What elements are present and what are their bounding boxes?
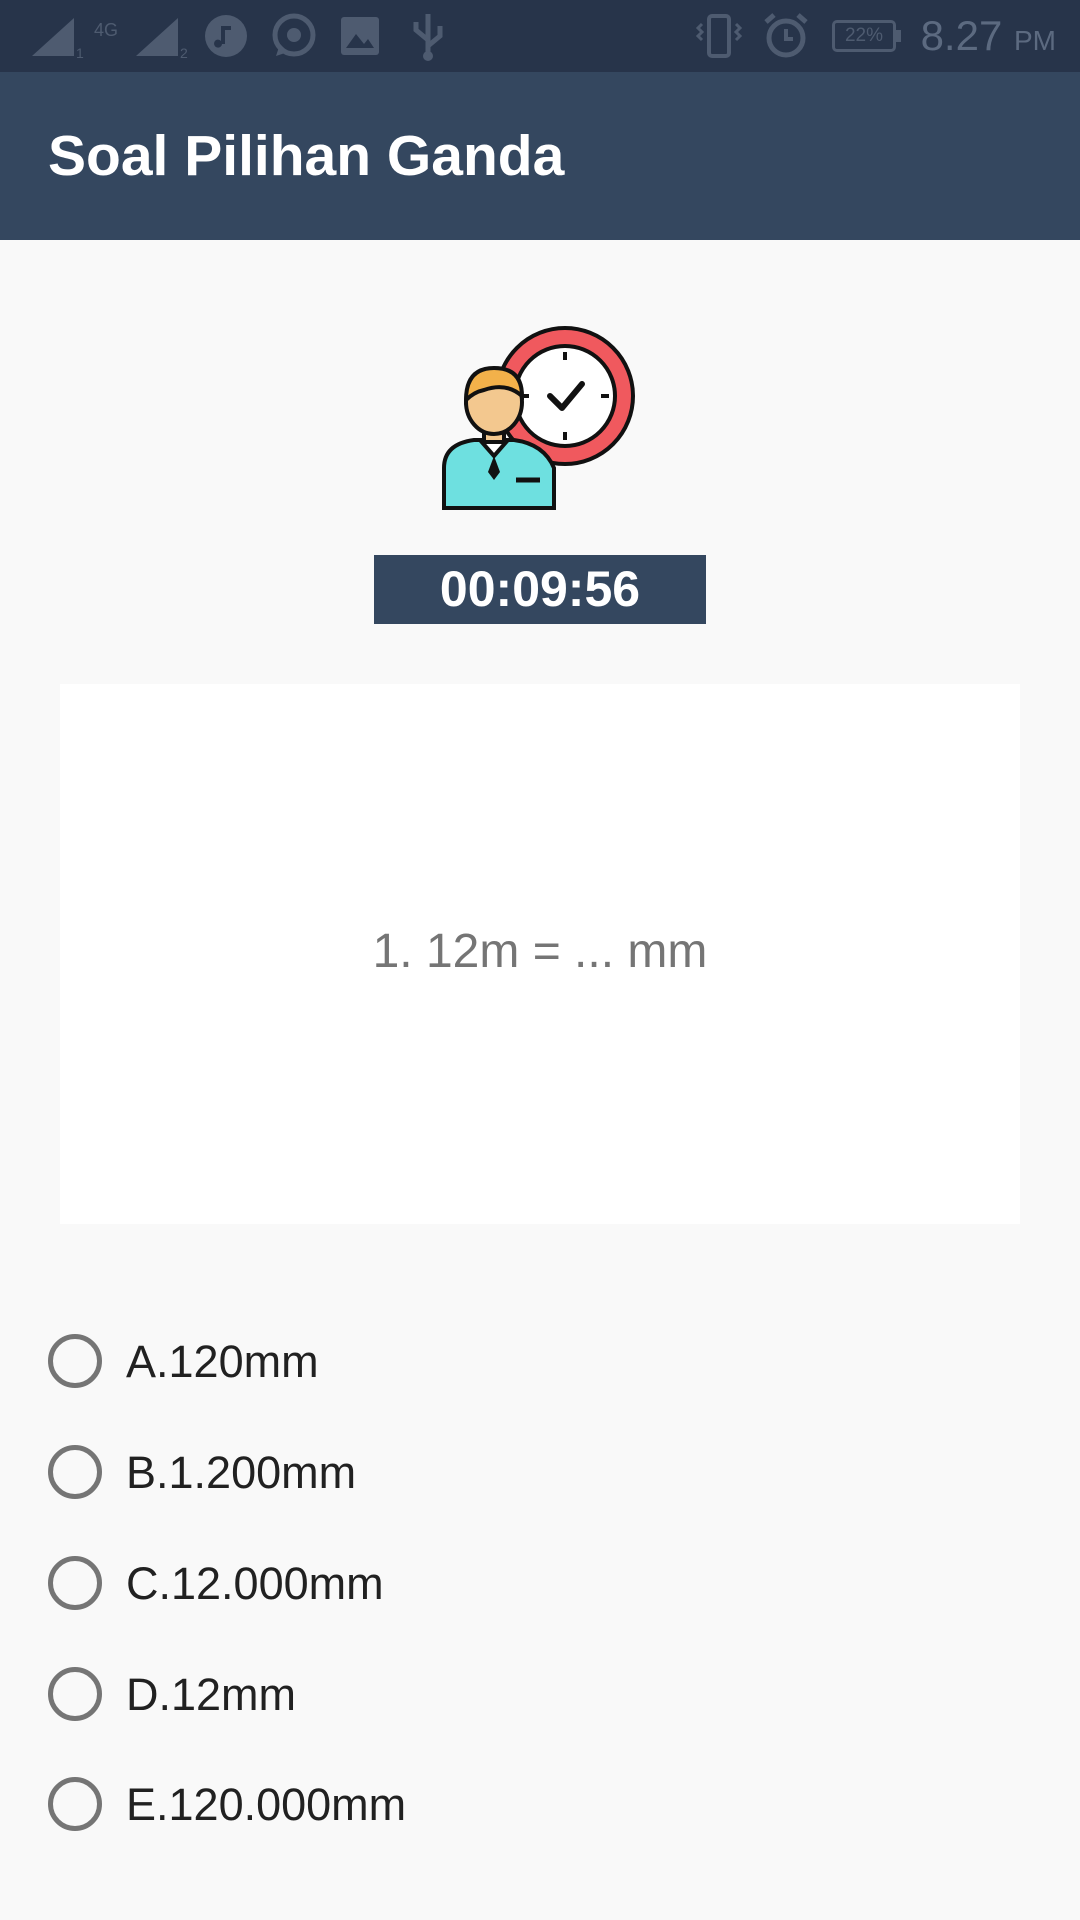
status-bar: 1 4G 2 22% 8.27 PM xyxy=(0,0,1080,72)
radio-button-icon[interactable] xyxy=(48,1556,102,1610)
radio-button-icon[interactable] xyxy=(48,1777,102,1831)
image-icon xyxy=(341,17,379,55)
sim2-label: 2 xyxy=(180,45,188,60)
option-b[interactable]: B.1.200mm xyxy=(48,1435,1032,1515)
question-card: 1. 12m = ... mm xyxy=(60,684,1020,1224)
radio-button-icon[interactable] xyxy=(48,1334,102,1388)
status-time-value: 8.27 xyxy=(920,12,1003,59)
option-label: D.12mm xyxy=(126,1669,297,1720)
whatsapp-icon xyxy=(272,13,316,57)
signal-icon: 1 4G 2 xyxy=(32,18,188,60)
option-c[interactable]: C.12.000mm xyxy=(48,1546,1032,1626)
radio-button-icon[interactable] xyxy=(48,1667,102,1721)
battery-level: 22% xyxy=(844,25,884,46)
music-icon xyxy=(205,15,247,57)
usb-icon xyxy=(413,14,443,61)
status-time: 8.27 PM xyxy=(921,10,1056,67)
app-bar: Soal Pilihan Ganda xyxy=(0,72,1080,240)
option-label: E.120.000mm xyxy=(126,1779,407,1830)
option-d[interactable]: D.12mm xyxy=(48,1657,1032,1737)
sim1-label: 1 xyxy=(76,45,84,60)
radio-button-icon[interactable] xyxy=(48,1445,102,1499)
option-e[interactable]: E.120.000mm xyxy=(48,1767,1032,1847)
countdown-timer: 00:09:56 xyxy=(374,555,706,624)
status-time-ampm: PM xyxy=(1014,25,1056,56)
question-text: 1. 12m = ... mm xyxy=(372,925,708,978)
network-label: 4G xyxy=(94,20,118,40)
page-title: Soal Pilihan Ganda xyxy=(48,124,565,188)
alarm-icon xyxy=(764,13,808,58)
option-a[interactable]: A.120mm xyxy=(48,1324,1032,1404)
person-clock-icon xyxy=(442,326,635,510)
option-label: C.12.000mm xyxy=(126,1558,384,1609)
option-label: B.1.200mm xyxy=(126,1447,357,1498)
battery-icon: 22% xyxy=(832,20,896,52)
vibrate-icon xyxy=(696,14,742,58)
option-label: A.120mm xyxy=(126,1336,319,1387)
